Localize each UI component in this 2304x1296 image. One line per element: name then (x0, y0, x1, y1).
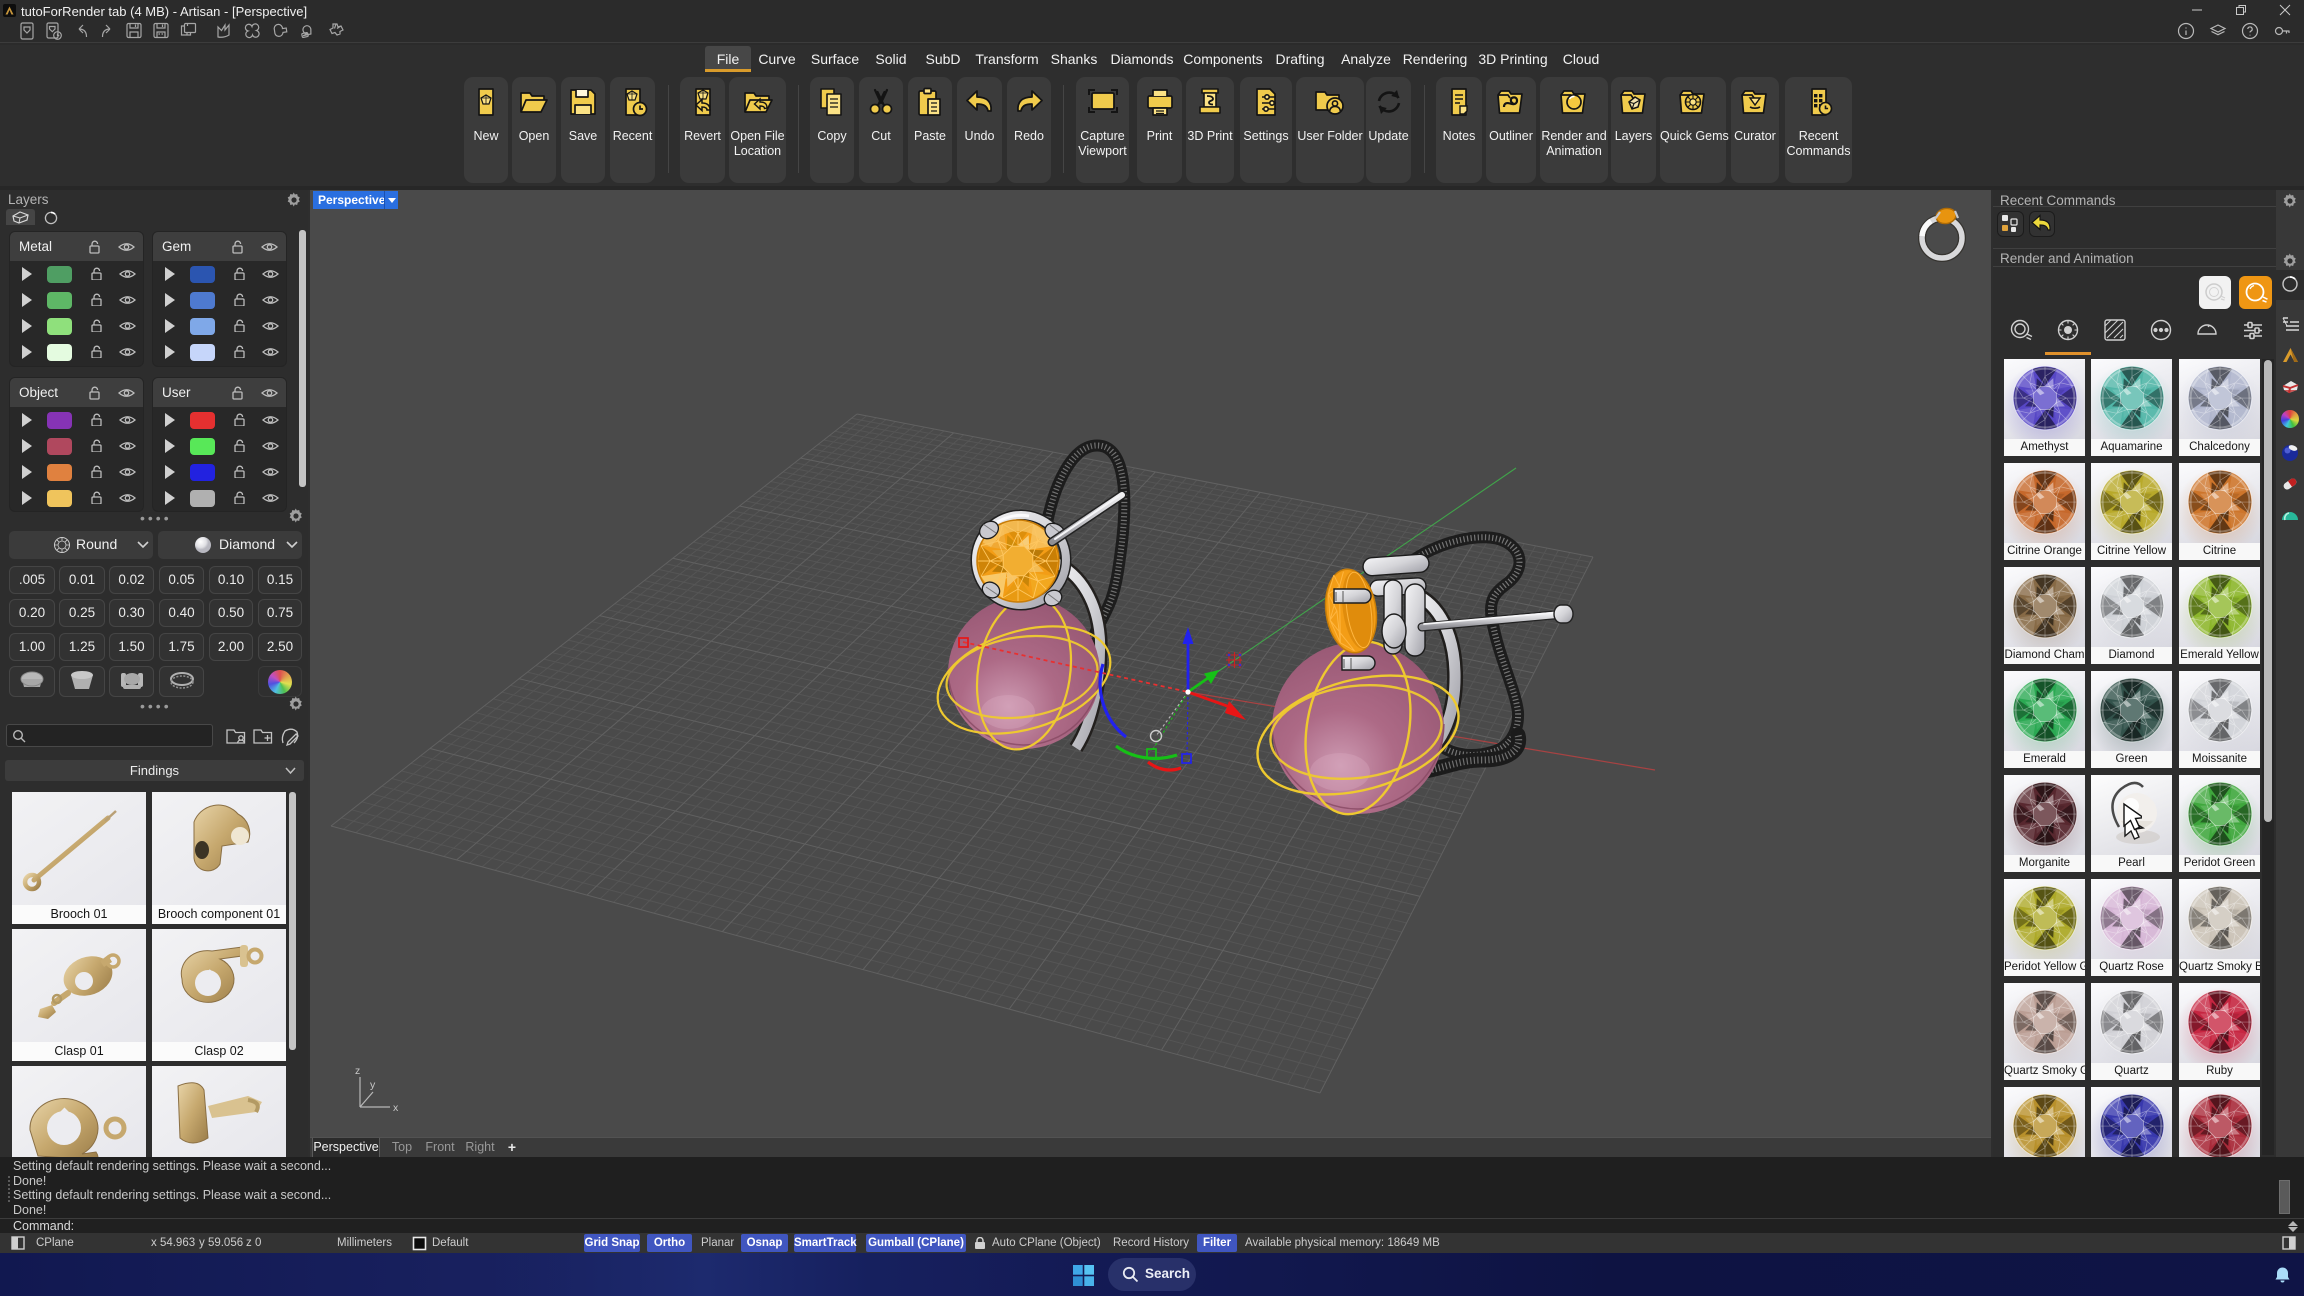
svg-text:z: z (355, 1065, 360, 1077)
svg-text:y: y (370, 1079, 376, 1091)
svg-text:x: x (393, 1102, 399, 1114)
